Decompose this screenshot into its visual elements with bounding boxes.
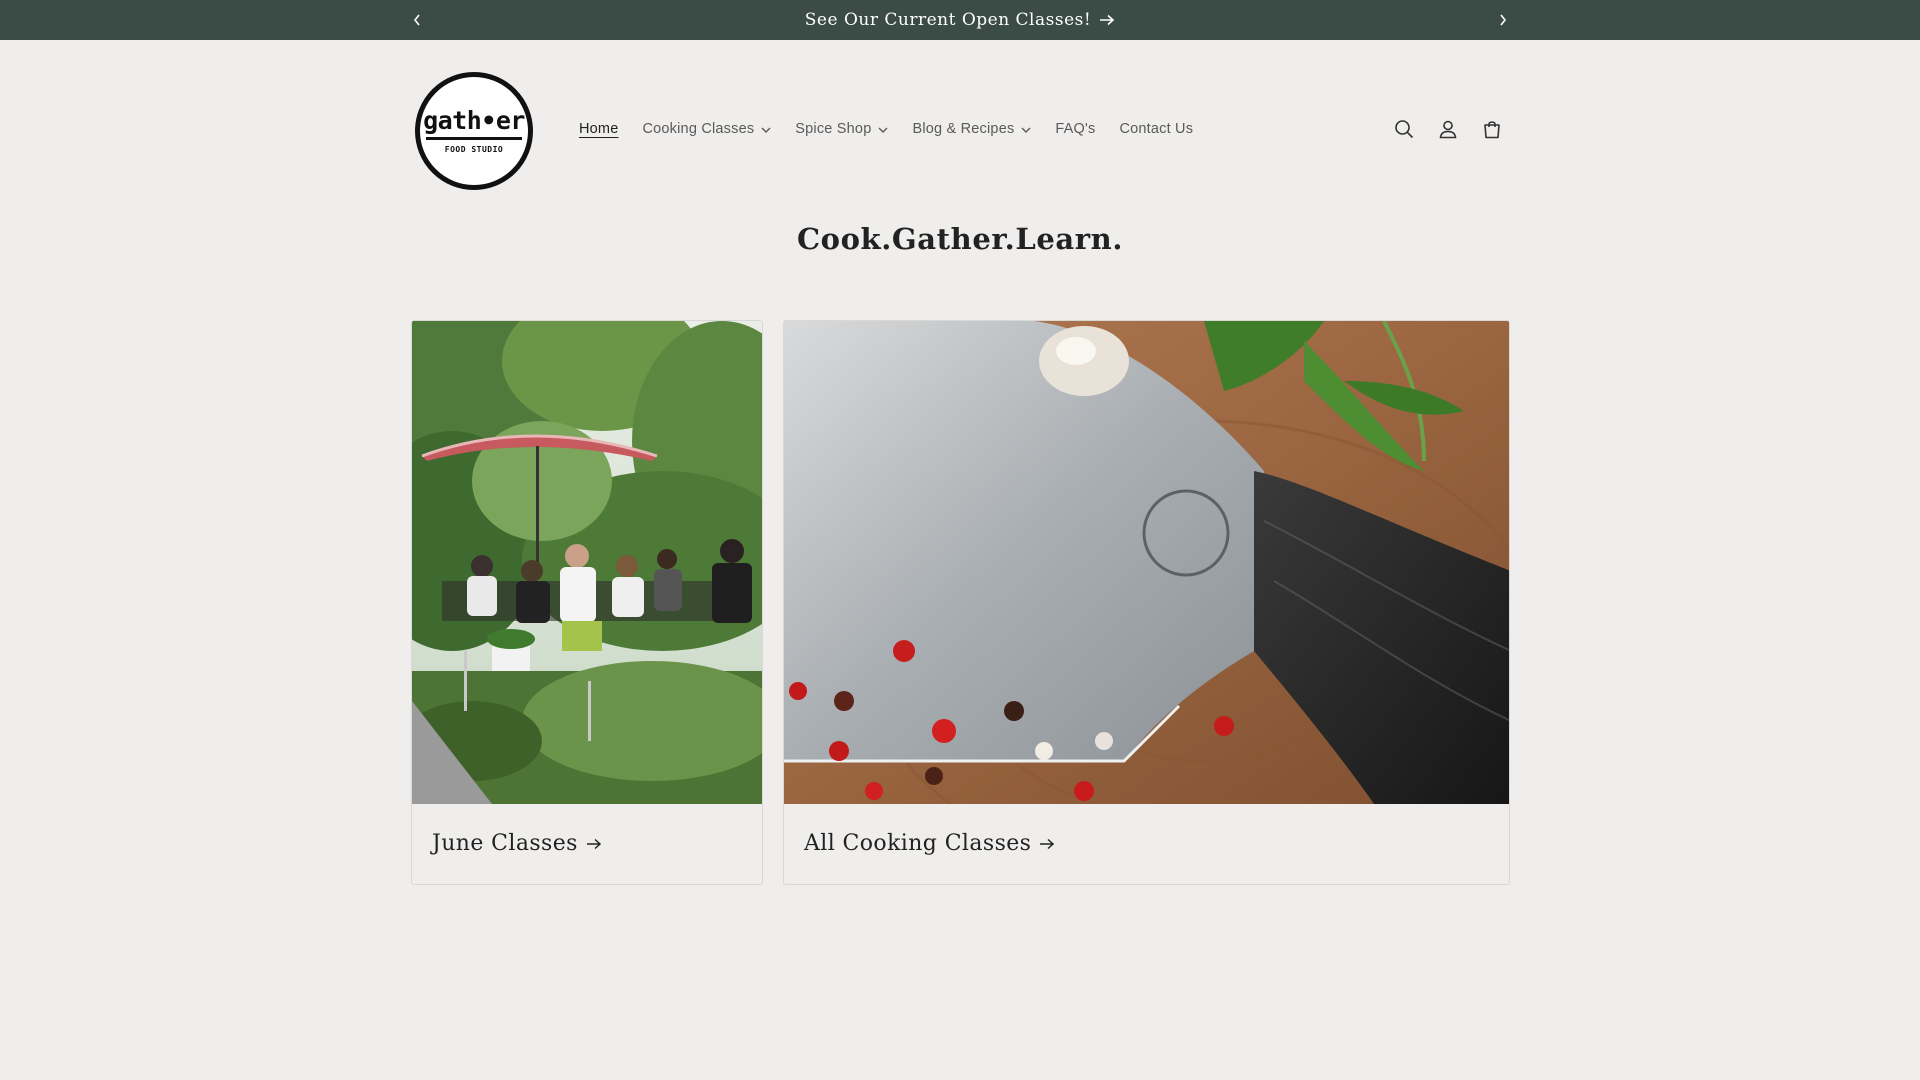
card-title-text: June Classes	[432, 831, 578, 856]
search-icon	[1395, 120, 1414, 139]
chevron-down-icon	[1021, 127, 1031, 133]
announcement-prev-button[interactable]	[403, 6, 431, 34]
arrow-right-icon	[1040, 838, 1055, 849]
card-title-text: All Cooking Classes	[804, 831, 1032, 856]
account-button[interactable]	[1431, 112, 1465, 146]
nav-home[interactable]: Home	[567, 117, 630, 141]
nav-home-label: Home	[579, 121, 619, 137]
chevron-left-icon	[413, 14, 420, 26]
collection-card-june-classes[interactable]: June Classes	[411, 320, 763, 885]
nav-contact-us-label: Contact Us	[1119, 121, 1194, 137]
logo-subtitle: FOOD STUDIO	[444, 145, 504, 154]
knife-cutting-board-photo	[784, 321, 1509, 804]
main-nav: Home Cooking Classes Spice Shop Blog & R…	[567, 117, 1205, 141]
arrow-right-icon	[1100, 14, 1115, 26]
nav-faqs[interactable]: FAQ's	[1043, 117, 1107, 141]
announcement-next-button[interactable]	[1489, 6, 1517, 34]
site-header: gath•er FOOD STUDIO Home Cooking Classes…	[411, 72, 1509, 192]
arrow-right-icon	[586, 838, 601, 849]
cart-button[interactable]	[1475, 112, 1509, 146]
logo[interactable]: gath•er FOOD STUDIO	[415, 72, 533, 190]
logo-word: gath•er	[423, 106, 525, 135]
card-title: All Cooking Classes	[804, 831, 1055, 856]
nav-contact-us[interactable]: Contact Us	[1107, 117, 1205, 141]
nav-spice-shop[interactable]: Spice Shop	[783, 117, 900, 141]
nav-spice-shop-label: Spice Shop	[795, 121, 872, 137]
announcement-bar: See Our Current Open Classes!	[0, 0, 1920, 40]
nav-cooking-classes[interactable]: Cooking Classes	[630, 117, 783, 141]
logo-rule	[426, 137, 522, 140]
cart-icon	[1484, 121, 1500, 139]
header-icons	[1387, 112, 1509, 146]
nav-cooking-classes-label: Cooking Classes	[642, 121, 755, 137]
page-tagline: Cook.Gather.Learn.	[796, 222, 1124, 256]
outdoor-dinner-photo	[412, 321, 762, 804]
chevron-down-icon	[761, 127, 771, 133]
card-title: June Classes	[432, 831, 602, 856]
announcement-text: See Our Current Open Classes!	[804, 10, 1092, 30]
search-button[interactable]	[1387, 112, 1421, 146]
nav-faqs-label: FAQ's	[1055, 121, 1096, 137]
chevron-right-icon	[1500, 14, 1507, 26]
account-icon	[1439, 120, 1457, 139]
nav-blog-recipes-label: Blog & Recipes	[912, 121, 1015, 137]
nav-blog-recipes[interactable]: Blog & Recipes	[900, 117, 1043, 141]
collection-card-all-cooking-classes[interactable]: All Cooking Classes	[783, 320, 1510, 885]
chevron-down-icon	[878, 127, 888, 133]
announcement-link[interactable]: See Our Current Open Classes!	[805, 10, 1115, 30]
